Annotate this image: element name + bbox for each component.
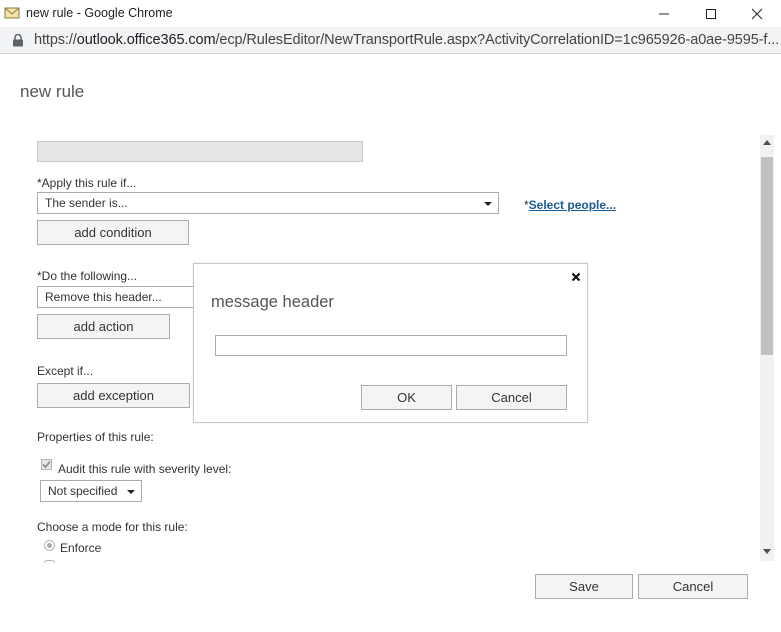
enforce-label: Enforce: [60, 541, 102, 555]
rule-name-input[interactable]: [37, 141, 363, 162]
scroll-down-icon[interactable]: [763, 549, 771, 554]
close-window-button[interactable]: [734, 0, 780, 27]
save-button[interactable]: Save: [535, 574, 633, 599]
select-people-link[interactable]: *Select people...: [524, 198, 616, 212]
url-host: outlook.office365.com: [76, 32, 216, 48]
url-prefix: https://: [34, 32, 77, 48]
close-icon[interactable]: [570, 271, 582, 283]
envelope-icon: [4, 7, 20, 19]
do-following-label: *Do the following...: [37, 269, 138, 283]
page-title: new rule: [20, 82, 85, 101]
url-text: https://outlook.office365.com/ecp/RulesE…: [34, 32, 779, 48]
apply-rule-label: *Apply this rule if...: [37, 176, 137, 190]
apply-condition-value: The sender is...: [45, 196, 128, 210]
message-header-dialog: message header OK Cancel: [193, 263, 588, 423]
add-action-button[interactable]: add action: [37, 314, 170, 339]
dialog-cancel-button[interactable]: Cancel: [456, 385, 567, 410]
add-exception-button[interactable]: add exception: [37, 383, 190, 408]
apply-condition-select[interactable]: The sender is...: [37, 192, 499, 214]
mode-label: Choose a mode for this rule:: [37, 520, 188, 534]
action-select[interactable]: Remove this header...: [37, 286, 197, 308]
maximize-icon: [706, 8, 716, 19]
scrollbar-thumb[interactable]: [761, 157, 773, 355]
enforce-radio[interactable]: [44, 540, 55, 551]
ok-button[interactable]: OK: [361, 385, 452, 410]
message-header-input[interactable]: [215, 335, 567, 356]
audit-label: Audit this rule with severity level:: [58, 462, 232, 476]
next-mode-radio[interactable]: [44, 560, 55, 563]
add-condition-button[interactable]: add condition: [37, 220, 189, 245]
except-if-label: Except if...: [37, 364, 94, 378]
dialog-title: message header: [211, 293, 334, 311]
severity-select[interactable]: Not specified: [40, 480, 142, 502]
browser-title-bar: new rule - Google Chrome: [0, 0, 781, 27]
checkmark-icon: [42, 460, 51, 469]
url-path: /ecp/RulesEditor/NewTransportRule.aspx?A…: [215, 32, 780, 48]
scroll-up-icon[interactable]: [763, 140, 771, 145]
select-people-label[interactable]: Select people...: [529, 198, 616, 212]
maximize-button[interactable]: [688, 0, 734, 27]
close-icon: [751, 8, 763, 19]
address-bar[interactable]: https://outlook.office365.com/ecp/RulesE…: [0, 27, 781, 54]
action-value: Remove this header...: [45, 290, 162, 304]
cancel-button[interactable]: Cancel: [638, 574, 748, 599]
minimize-button[interactable]: [641, 0, 687, 27]
chevron-down-icon: [127, 490, 135, 494]
radio-dot: [47, 543, 52, 548]
properties-label: Properties of this rule:: [37, 430, 154, 444]
minimize-icon: [659, 13, 669, 14]
chevron-down-icon: [484, 202, 492, 206]
window-title: new rule - Google Chrome: [26, 6, 173, 20]
lock-icon: [13, 34, 23, 47]
audit-checkbox[interactable]: [41, 459, 52, 470]
severity-value: Not specified: [48, 484, 118, 498]
page-scrollbar[interactable]: [760, 135, 774, 561]
